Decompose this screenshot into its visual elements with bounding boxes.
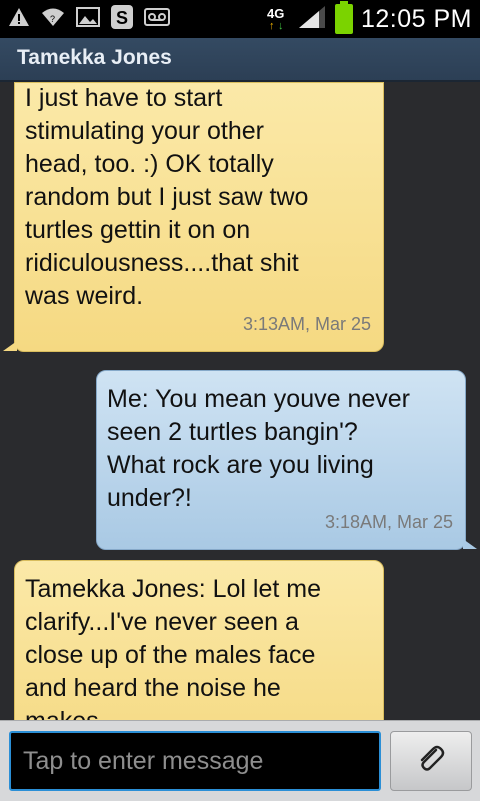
app-s-icon: S [110, 4, 134, 35]
message-list[interactable]: I just have to start stimulating your ot… [0, 82, 480, 720]
voicemail-icon [144, 7, 170, 32]
svg-text:?: ? [50, 14, 55, 24]
message-bubble-incoming[interactable]: I just have to start stimulating your ot… [3, 82, 384, 352]
signal-icon [297, 4, 327, 35]
message-input[interactable]: Tap to enter message [9, 731, 381, 791]
message-bubble-outgoing[interactable]: Me: You mean youve never seen 2 turtles … [96, 370, 477, 550]
warning-icon [8, 6, 30, 33]
message-text: Me: You mean youve never seen 2 turtles … [107, 385, 410, 512]
bubble-tail [3, 341, 17, 351]
network-4g-icon: 4G ↑ ↓ [266, 6, 285, 32]
attach-button[interactable] [390, 731, 472, 791]
compose-bar: Tap to enter message [0, 720, 480, 801]
wifi-icon: ? [40, 6, 66, 33]
clock: 12:05 PM [360, 4, 472, 33]
svg-text:S: S [116, 8, 128, 28]
contact-name: Tamekka Jones [17, 46, 172, 69]
message-timestamp: 3:13AM, Mar 25 [242, 314, 371, 334]
bubble-tail [463, 539, 477, 549]
status-bar: ? S 4G ↑ ↓ 12:05 PM [0, 0, 480, 38]
image-icon [76, 6, 100, 33]
battery-icon [334, 1, 353, 34]
message-bubble-incoming[interactable]: Tamekka Jones: Lol let me clarify...I've… [14, 560, 384, 720]
title-bar: Tamekka Jones [0, 38, 480, 82]
message-text: Tamekka Jones: Lol let me clarify...I've… [25, 575, 321, 720]
message-text: I just have to start stimulating your ot… [25, 84, 309, 310]
message-timestamp: 3:18AM, Mar 25 [324, 512, 453, 532]
paperclip-icon [414, 742, 448, 781]
